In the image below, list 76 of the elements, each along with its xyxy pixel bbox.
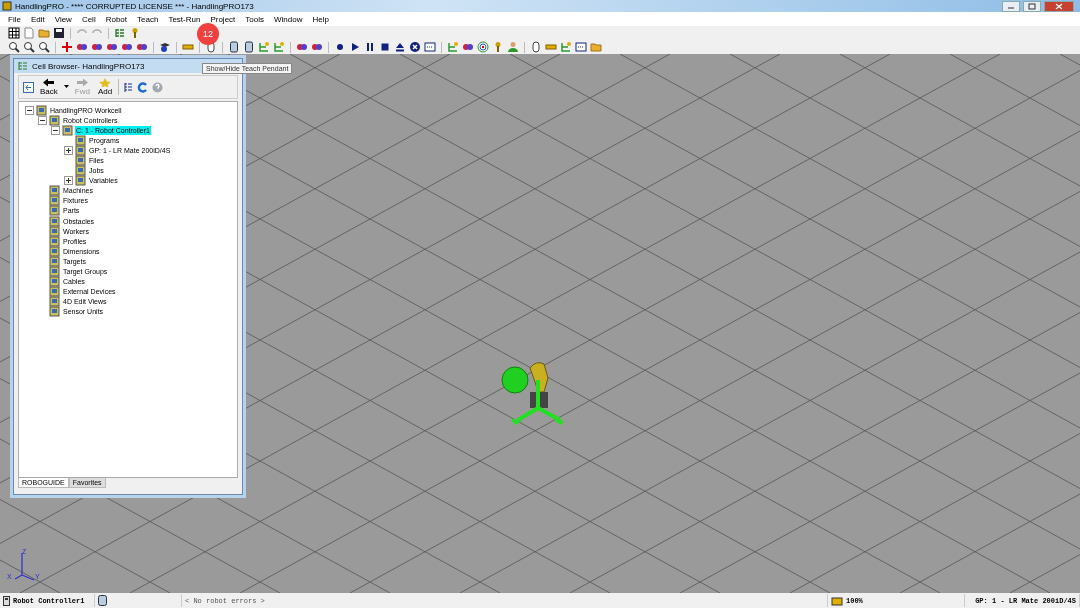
tree-icon[interactable] bbox=[123, 81, 134, 93]
dock-icon[interactable] bbox=[23, 81, 34, 93]
menu-item[interactable]: Project bbox=[205, 14, 241, 24]
toolbar-button[interactable]: Add bbox=[95, 78, 115, 96]
pendant-small-icon[interactable] bbox=[243, 41, 255, 53]
maximize-button[interactable] bbox=[1023, 0, 1041, 12]
minimize-button[interactable] bbox=[1002, 0, 1020, 12]
teach-pendant-icon[interactable] bbox=[98, 595, 107, 606]
node-icon bbox=[49, 306, 60, 318]
menu-item[interactable]: View bbox=[49, 14, 77, 24]
maximize-icon bbox=[1028, 2, 1036, 10]
3d-viewport[interactable] bbox=[0, 54, 1080, 593]
node-icon bbox=[49, 276, 60, 288]
ruler-icon[interactable] bbox=[182, 41, 194, 53]
expand-toggle[interactable] bbox=[64, 176, 73, 186]
menu-item[interactable]: Cell bbox=[76, 14, 101, 24]
node-icon bbox=[75, 134, 86, 146]
expand-toggle[interactable] bbox=[64, 145, 73, 155]
close-button[interactable] bbox=[1044, 0, 1074, 12]
grid-icon[interactable] bbox=[8, 27, 20, 39]
screen-icon[interactable] bbox=[424, 41, 436, 53]
node-icon bbox=[49, 255, 60, 267]
node-icon bbox=[49, 286, 60, 298]
zoom-icon[interactable] bbox=[23, 41, 35, 53]
tree-icon bbox=[18, 61, 28, 71]
menu-item[interactable]: Tools bbox=[240, 14, 269, 24]
menu-item[interactable]: File bbox=[3, 14, 26, 24]
node-icon bbox=[49, 205, 60, 217]
collapse-toggle[interactable] bbox=[51, 125, 60, 135]
node-icon bbox=[75, 144, 86, 156]
node-icon bbox=[49, 245, 60, 257]
collapse-toggle[interactable] bbox=[25, 105, 34, 115]
node-icon bbox=[75, 165, 86, 177]
toolbar-button[interactable]: Back bbox=[38, 78, 60, 96]
node-icon bbox=[49, 296, 60, 308]
node-icon bbox=[49, 225, 60, 237]
record-icon[interactable] bbox=[334, 41, 346, 53]
menu-item[interactable]: Robot bbox=[100, 14, 133, 24]
node-icon bbox=[49, 185, 60, 197]
person-icon[interactable] bbox=[507, 41, 519, 53]
menu-item[interactable]: Test-Run bbox=[163, 14, 206, 24]
node-icon bbox=[49, 266, 60, 278]
controller-icon bbox=[3, 595, 10, 606]
close-icon bbox=[1055, 2, 1063, 10]
node-icon bbox=[75, 175, 86, 187]
pause-icon[interactable] bbox=[364, 41, 376, 53]
menu-item[interactable]: Teach bbox=[132, 14, 164, 24]
node-icon bbox=[49, 195, 60, 207]
node-icon bbox=[62, 124, 73, 136]
zoom-window-icon[interactable] bbox=[38, 41, 50, 53]
node-icon bbox=[36, 104, 47, 116]
collapse-toggle[interactable] bbox=[38, 115, 47, 125]
axis-triad bbox=[14, 552, 35, 581]
node-icon bbox=[75, 155, 86, 166]
menu-item[interactable]: Window bbox=[269, 14, 308, 24]
caret-icon[interactable] bbox=[63, 85, 69, 89]
save-icon[interactable] bbox=[53, 27, 65, 39]
teach-pendant-icon[interactable] bbox=[228, 41, 240, 53]
stop-icon[interactable] bbox=[379, 41, 391, 53]
node-icon bbox=[49, 235, 60, 247]
menu-item[interactable]: Help bbox=[307, 14, 334, 24]
app-icon bbox=[2, 1, 12, 11]
cap-icon[interactable] bbox=[159, 41, 171, 53]
node-icon bbox=[49, 114, 60, 126]
menu-item[interactable]: Edit bbox=[25, 14, 50, 24]
refresh-icon[interactable] bbox=[137, 81, 149, 93]
window-title: HandlingPRO - **** CORRUPTED LICENSE *** - HandlingPRO173 bbox=[15, 1, 254, 11]
tree-icon[interactable] bbox=[114, 27, 126, 39]
star-icon bbox=[99, 78, 112, 87]
node-icon bbox=[49, 215, 60, 227]
target-icon[interactable] bbox=[477, 41, 489, 53]
cross-arrows-icon[interactable] bbox=[61, 41, 73, 53]
cancel-icon[interactable] bbox=[409, 41, 421, 53]
zoom-icon[interactable] bbox=[8, 41, 20, 53]
window-title: Cell Browser- HandlingPRO173 bbox=[32, 61, 145, 71]
eject-icon[interactable] bbox=[394, 41, 406, 53]
